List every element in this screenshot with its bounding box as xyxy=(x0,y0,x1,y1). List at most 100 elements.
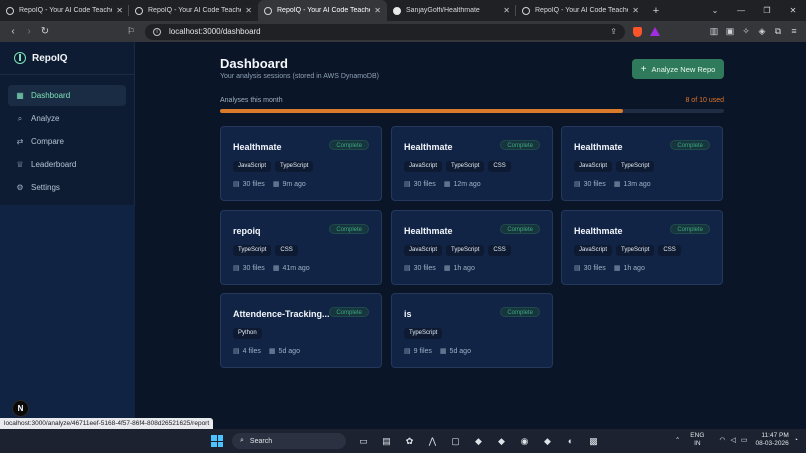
language-tag: TypeScript xyxy=(616,161,655,172)
sidebar-item-leaderboard[interactable]: ♕ Leaderboard xyxy=(8,154,126,175)
session-card[interactable]: Healthmate Complete JavaScript TypeScript CS… xyxy=(391,126,553,201)
trophy-icon: ♕ xyxy=(16,160,24,169)
session-meta: ▤ 9 files ▦ 5d ago xyxy=(404,347,479,356)
tab-title: RepoIQ - Your AI Code Teacher xyxy=(277,7,371,14)
back-button[interactable]: ‹ xyxy=(5,24,21,40)
edge-icon[interactable]: ◐ xyxy=(559,433,582,449)
brave-app-icon[interactable]: ◆ xyxy=(467,433,490,449)
search-icon: ⌕ xyxy=(240,437,244,444)
calendar-icon: ▦ xyxy=(439,348,447,355)
session-meta: ▤ 4 files ▦ 5d ago xyxy=(233,347,308,356)
language-tag: TypeScript xyxy=(233,245,272,256)
session-card[interactable]: Healthmate Complete JavaScript TypeScript ▤ 3… xyxy=(561,126,723,201)
brave-shields-icon[interactable] xyxy=(633,26,642,37)
session-card[interactable]: Attendence-Tracking... Complete Python ▤ 4 f… xyxy=(220,293,382,368)
calendar-icon: ▦ xyxy=(268,348,276,355)
status-badge: Complete xyxy=(500,307,540,317)
menu-icon[interactable]: ≡ xyxy=(786,26,802,37)
close-tab-icon[interactable]: ✕ xyxy=(503,6,510,15)
session-card[interactable]: Healthmate Complete JavaScript TypeScript ▤ 3… xyxy=(220,126,382,201)
usage-progress-bar xyxy=(220,109,724,113)
sidebar-item-compare[interactable]: ⇄ Compare xyxy=(8,131,126,152)
session-card[interactable]: repoiq Complete TypeScript CSS ▤ 30 files ▦ 41m… xyxy=(220,210,382,285)
browser-tab[interactable]: SanjayGoffi/Healthmate ✕ xyxy=(387,0,516,21)
calendar-icon: ▦ xyxy=(613,265,621,272)
notification-icon[interactable]: ◔ xyxy=(794,437,798,444)
browser-tab[interactable]: RepoIQ - Your AI Code Teacher ✕ xyxy=(0,0,129,21)
file-icon: ▤ xyxy=(404,181,411,188)
session-repo-name: Healthmate xyxy=(574,142,623,152)
file-count-item: ▤ 9 files xyxy=(404,347,432,356)
close-tab-icon[interactable]: ✕ xyxy=(374,6,381,15)
terminal-icon[interactable]: ▢ xyxy=(444,433,467,449)
tray-overflow-icon[interactable]: ⌃ xyxy=(675,436,680,444)
copilot-icon[interactable]: ✿ xyxy=(398,433,421,449)
session-time: 13m ago xyxy=(623,180,651,188)
sidebar-item-dashboard[interactable]: ▦ Dashboard xyxy=(8,85,126,106)
brand[interactable]: RepoIQ xyxy=(0,42,134,75)
sidebar: RepoIQ ▦ Dashboard ⌕ Analyze ⇄ Compare ♕ Leader… xyxy=(0,42,135,429)
brave-nightly-icon[interactable]: ◆ xyxy=(536,433,559,449)
session-time-item: ▦ 9m ago xyxy=(273,180,306,189)
file-explorer-icon[interactable]: ▤ xyxy=(375,433,398,449)
file-icon: ▤ xyxy=(404,348,411,355)
site-info-icon[interactable]: i xyxy=(153,27,161,36)
language-indicator[interactable]: ENG IN xyxy=(690,432,704,448)
language-tag: TypeScript xyxy=(446,245,485,256)
minimize-button[interactable]: — xyxy=(728,0,754,21)
share-icon[interactable]: ⇪ xyxy=(610,27,617,36)
session-repo-name: is xyxy=(404,309,412,319)
session-time-item: ▦ 12m ago xyxy=(444,180,481,189)
taskbar-search[interactable]: ⌕ Search xyxy=(232,433,346,449)
session-card[interactable]: Healthmate Complete JavaScript TypeScript CS… xyxy=(561,210,723,285)
session-time-item: ▦ 1h ago xyxy=(613,264,645,273)
close-tab-icon[interactable]: ✕ xyxy=(245,6,252,15)
file-count: 9 files xyxy=(413,347,432,355)
file-icon: ▤ xyxy=(233,265,240,272)
close-window-button[interactable]: ✕ xyxy=(780,0,806,21)
wallet-icon[interactable]: ▣ xyxy=(722,26,738,37)
clock[interactable]: 11:47 PM 08-03-2026 xyxy=(756,432,789,448)
session-card[interactable]: Healthmate Complete JavaScript TypeScript CS… xyxy=(391,210,553,285)
address-bar[interactable]: i localhost:3000/dashboard ⇪ xyxy=(145,23,625,40)
close-tab-icon[interactable]: ✕ xyxy=(116,6,123,15)
vscode-icon[interactable]: ⋀ xyxy=(421,433,444,449)
brave-rewards-icon[interactable] xyxy=(650,27,660,36)
compare-icon: ⇄ xyxy=(16,137,24,146)
new-tab-button[interactable]: + xyxy=(649,5,663,17)
whatsapp-icon[interactable]: ◉ xyxy=(513,433,536,449)
tab-search-icon[interactable]: ⌄ xyxy=(702,0,728,21)
language-tags: JavaScript TypeScript xyxy=(574,161,658,172)
wifi-icon[interactable]: ◠ xyxy=(719,436,725,444)
volume-icon[interactable]: ◁ xyxy=(731,436,736,444)
file-icon: ▤ xyxy=(233,348,240,355)
app-icon[interactable]: ▩ xyxy=(582,433,605,449)
sidebar-toggle-icon[interactable]: ▥ xyxy=(706,26,722,37)
sidebar-lower-panel xyxy=(0,205,135,429)
sidebar-item-settings[interactable]: ⚙ Settings xyxy=(8,177,126,198)
nextjs-dev-badge[interactable]: N xyxy=(12,400,29,417)
restore-button[interactable]: ❐ xyxy=(754,0,780,21)
reload-button[interactable]: ↻ xyxy=(37,24,53,40)
leo-ai-icon[interactable]: ✧ xyxy=(738,26,754,37)
browser-tab[interactable]: RepoIQ - Your AI Code Teacher ✕ xyxy=(129,0,258,21)
page-title: Dashboard xyxy=(220,56,288,71)
battery-icon[interactable]: ▭ xyxy=(741,436,748,444)
analyze-new-repo-button[interactable]: + Analyze New Repo xyxy=(632,59,724,79)
session-card[interactable]: is Complete TypeScript ▤ 9 files ▦ 5d ago xyxy=(391,293,553,368)
forward-button[interactable]: › xyxy=(21,24,37,40)
language-tags: Python xyxy=(233,328,266,339)
vpn-icon[interactable]: ◈ xyxy=(754,26,770,37)
task-view-icon[interactable]: ▭ xyxy=(352,433,375,449)
session-time-item: ▦ 1h ago xyxy=(444,264,475,273)
browser-tab[interactable]: RepoIQ - Your AI Code Teacher ✕ xyxy=(516,0,645,21)
close-tab-icon[interactable]: ✕ xyxy=(632,6,639,15)
bookmark-icon[interactable]: ⚐ xyxy=(123,26,139,37)
session-time-item: ▦ 5d ago xyxy=(439,347,471,356)
extensions-icon[interactable]: ⧉ xyxy=(770,26,786,37)
file-icon: ▤ xyxy=(574,181,581,188)
brave-beta-icon[interactable]: ◆ xyxy=(490,433,513,449)
windows-start-icon[interactable] xyxy=(211,435,223,447)
sidebar-item-analyze[interactable]: ⌕ Analyze xyxy=(8,108,126,129)
browser-tab[interactable]: RepoIQ - Your AI Code Teacher ✕ xyxy=(258,0,387,21)
